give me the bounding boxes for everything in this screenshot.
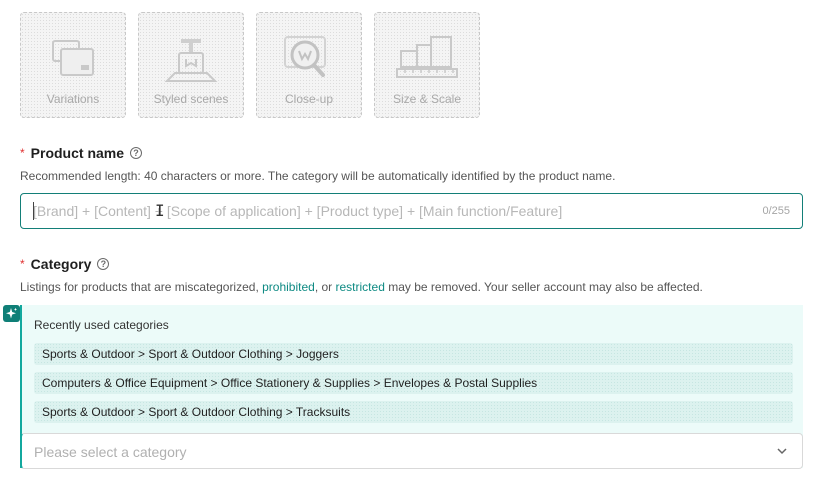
recent-category-item[interactable]: Computers & Office Equipment > Office St… — [34, 372, 793, 394]
recent-categories-title: Recently used categories — [34, 318, 169, 332]
help-icon[interactable]: ? — [130, 147, 143, 159]
recent-category-item[interactable]: Sports & Outdoor > Sport & Outdoor Cloth… — [34, 343, 793, 365]
required-mark: * — [20, 146, 25, 160]
styled-scenes-icon — [164, 39, 218, 82]
hint-text: may be removed. Your seller account may … — [384, 280, 703, 294]
slot-label: Close-up — [284, 92, 334, 106]
ai-sparkle-icon — [3, 305, 20, 322]
image-slot-size-scale[interactable]: Size & Scale — [374, 12, 480, 118]
image-slots: Variations Styled scenes Close-up Size &… — [20, 12, 480, 118]
help-icon[interactable]: ? — [97, 258, 110, 270]
hint-text: , or — [314, 280, 336, 294]
size-scale-icon — [396, 36, 458, 78]
slot-label: Styled scenes — [153, 92, 229, 106]
image-slot-close-up[interactable]: Close-up — [256, 12, 362, 118]
image-slot-styled-scenes[interactable]: Styled scenes — [138, 12, 244, 118]
category-title: * Category ? — [20, 256, 110, 272]
slot-label: Size & Scale — [392, 92, 462, 106]
hint-text: Listings for products that are miscatego… — [20, 280, 263, 294]
character-counter: 0/255 — [762, 205, 790, 217]
category-hint: Listings for products that are miscatego… — [20, 280, 703, 294]
image-slot-variations[interactable]: Variations — [20, 12, 126, 118]
product-name-title: * Product name ? — [20, 145, 143, 161]
slot-label: Variations — [46, 92, 100, 106]
prohibited-link[interactable]: prohibited — [262, 280, 315, 294]
ibeam-cursor-icon: I — [155, 201, 165, 220]
recent-category-item[interactable]: Sports & Outdoor > Sport & Outdoor Cloth… — [34, 401, 793, 423]
variations-icon — [52, 40, 94, 76]
product-name-hint: Recommended length: 40 characters or mor… — [20, 169, 616, 183]
chevron-down-icon — [777, 448, 787, 455]
category-label: Category — [30, 256, 92, 272]
category-select-placeholder: Please select a category — [34, 444, 187, 460]
product-name-label: Product name — [30, 145, 125, 161]
product-name-placeholder: [Brand] + [Content] + [Scope of applicat… — [33, 203, 563, 219]
product-name-input[interactable]: [Brand] + [Content] + [Scope of applicat… — [20, 193, 803, 229]
close-up-icon — [284, 36, 326, 77]
restricted-link[interactable]: restricted — [336, 280, 385, 294]
required-mark: * — [20, 257, 25, 271]
category-select[interactable]: Please select a category — [20, 433, 803, 469]
